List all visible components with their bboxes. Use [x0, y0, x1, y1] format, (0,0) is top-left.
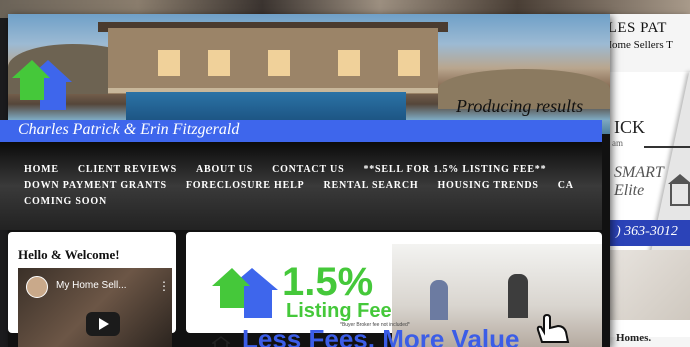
overlay-name-divider	[644, 146, 690, 148]
house-window	[338, 50, 360, 76]
video-title[interactable]: My Home Sell...	[56, 280, 127, 291]
agent-names: Charles Patrick & Erin Fitzgerald	[18, 121, 240, 138]
house-window	[398, 50, 420, 76]
person-figure	[508, 274, 528, 318]
smart-elite-logo: SMART Elite	[614, 164, 664, 199]
promo-house-logo-icon	[212, 268, 278, 318]
nav-about-us[interactable]: ABOUT US	[196, 164, 253, 175]
listing-fee-percent: 1.5%	[282, 260, 374, 304]
overlay-photo	[608, 250, 690, 320]
nav-sell-listing-fee[interactable]: **SELL FOR 1.5% LISTING FEE**	[363, 164, 546, 175]
nav-row: HOME CLIENT REVIEWS ABOUT US CONTACT US …	[24, 164, 565, 175]
house-window	[268, 50, 290, 76]
nav-row: DOWN PAYMENT GRANTS FORECLOSURE HELP REN…	[24, 180, 593, 191]
nav-down-payment-grants[interactable]: DOWN PAYMENT GRANTS	[24, 180, 167, 191]
listing-fee-label: Listing Fee	[286, 300, 392, 322]
small-house-icon	[212, 336, 230, 347]
nav-truncated-item[interactable]: CA	[558, 180, 574, 191]
person-figure	[430, 280, 448, 320]
equal-housing-icon	[668, 174, 690, 206]
play-button[interactable]	[86, 312, 120, 336]
nav-client-reviews[interactable]: CLIENT REVIEWS	[78, 164, 177, 175]
welcome-title: Hello & Welcome!	[18, 247, 120, 262]
house-logo-icon[interactable]	[10, 54, 82, 114]
nav-contact-us[interactable]: CONTACT US	[272, 164, 344, 175]
overlay-mini-text: am	[612, 138, 623, 148]
overlay-name-fragment: ICK	[614, 117, 645, 137]
pointer-hand-icon	[536, 313, 570, 343]
house-window	[158, 50, 180, 76]
channel-avatar[interactable]	[26, 276, 48, 298]
nav-rental-search[interactable]: RENTAL SEARCH	[323, 180, 418, 191]
hero-tagline: Producing results	[456, 96, 584, 116]
house-window	[208, 50, 230, 76]
overlay-phone[interactable]: ) 363-3012	[616, 224, 678, 240]
promo-headline: Less Fees, More Value	[242, 324, 520, 347]
nav-foreclosure-help[interactable]: FORECLOSURE HELP	[186, 180, 305, 191]
nav-coming-soon[interactable]: COMING SOON	[24, 196, 107, 207]
nav-housing-trends[interactable]: HOUSING TRENDS	[437, 180, 538, 191]
overlay-homes-text: Homes.	[616, 332, 652, 344]
nav-row: COMING SOON	[24, 196, 126, 207]
nav-home[interactable]: HOME	[24, 164, 59, 175]
more-options-icon[interactable]: ⋮	[158, 280, 170, 292]
